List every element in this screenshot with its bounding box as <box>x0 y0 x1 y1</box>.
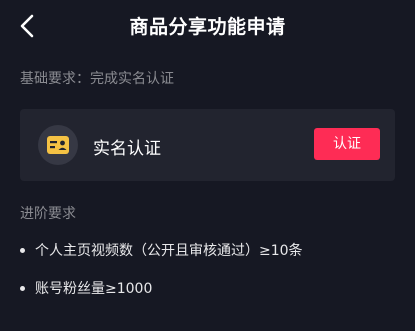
requirement-item: 账号粉丝量≥1000 <box>20 278 152 298</box>
basic-requirement-label: 基础要求：完成实名认证 <box>20 71 174 87</box>
bullet-icon <box>20 247 25 253</box>
requirement-text: 账号粉丝量≥1000 <box>35 281 153 297</box>
requirement-text: 个人主页视频数（公开且审核通过）≥10条 <box>35 243 303 259</box>
requirement-item: 个人主页视频数（公开且审核通过）≥10条 <box>20 240 303 260</box>
page-title: 商品分享功能申请 <box>129 16 286 38</box>
id-card-icon-badge <box>38 125 78 165</box>
card-title: 实名认证 <box>93 139 161 159</box>
header-bar: 商品分享功能申请 <box>0 0 415 52</box>
verify-button[interactable]: 认证 <box>314 128 380 160</box>
id-card-icon <box>47 136 69 154</box>
real-name-verification-card: 实名认证 认证 <box>20 109 395 181</box>
advanced-requirement-label: 进阶要求 <box>20 206 76 222</box>
bullet-icon <box>20 285 25 291</box>
